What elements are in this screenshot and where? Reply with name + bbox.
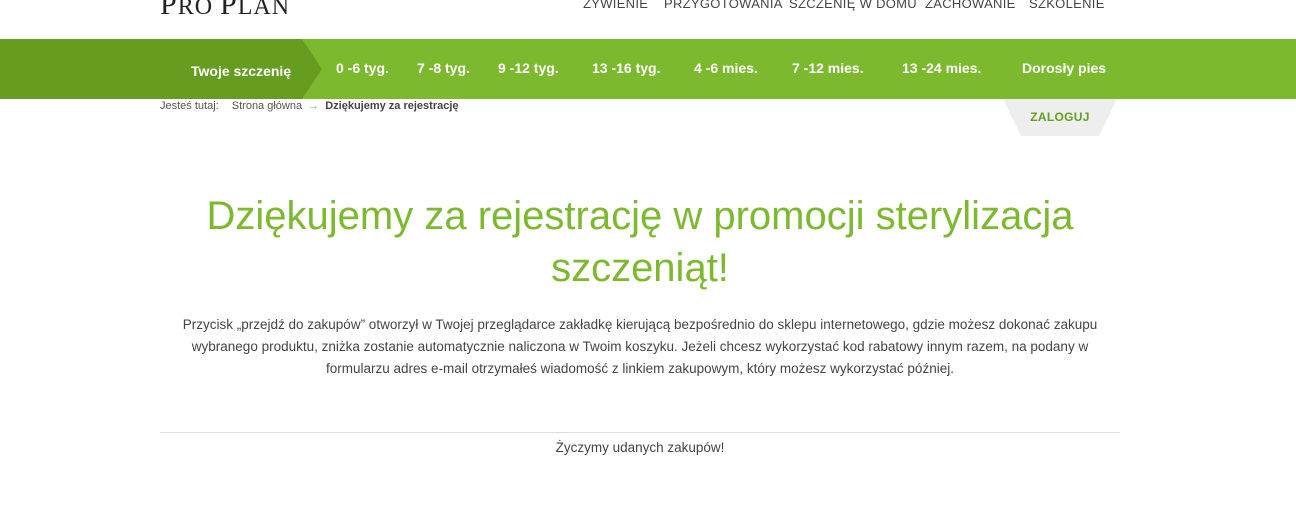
age-tab-9-12-weeks[interactable]: 9 -12 tyg. — [498, 60, 559, 76]
age-tab-active[interactable]: Twoje szczenię — [0, 39, 322, 99]
info-paragraph: Przycisk „przejdź do zakupów” otworzył w… — [182, 317, 1098, 376]
age-navigation-bar: Twoje szczenię 0 -6 tyg. 7 -8 tyg. 9 -12… — [0, 39, 1296, 99]
logo-letters: RO — [177, 0, 221, 20]
age-tab-7-8-weeks[interactable]: 7 -8 tyg. — [417, 60, 470, 76]
breadcrumb-arrow-icon: → — [308, 100, 320, 112]
nav-item-zachowanie[interactable]: ZACHOWANIE — [925, 0, 1016, 11]
breadcrumb-home-link[interactable]: Strona główna — [232, 100, 302, 112]
breadcrumb: Jesteś tutaj: Strona główna → Dziękujemy… — [160, 100, 459, 112]
age-tab-4-6-months[interactable]: 4 -6 mies. — [694, 60, 758, 76]
logo-letter: P — [220, 0, 238, 21]
logo-letter: P — [160, 0, 178, 21]
breadcrumb-current: Dziękujemy za rejestrację — [325, 100, 459, 112]
age-tab-active-label: Twoje szczenię — [191, 63, 292, 79]
age-tab-13-16-weeks[interactable]: 13 -16 tyg. — [592, 60, 660, 76]
age-tab-13-24-months[interactable]: 13 -24 mies. — [902, 60, 981, 76]
nav-item-zywienie[interactable]: ŻYWIENIE — [583, 0, 648, 11]
closing-message: Życzymy udanych zakupów! — [555, 440, 725, 455]
nav-item-szkolenie[interactable]: SZKOLENIE — [1029, 0, 1105, 11]
login-button[interactable]: ZALOGUJ — [1003, 99, 1117, 136]
age-tab-adult-dog[interactable]: Dorosły pies — [1022, 60, 1106, 76]
age-tab-7-12-months[interactable]: 7 -12 mies. — [792, 60, 864, 76]
page-title: Dziękujemy za rejestrację w promocji ste… — [206, 194, 1074, 290]
logo-letters: LAN — [237, 0, 291, 20]
nav-item-przygotowania[interactable]: PRZYGOTOWANIA — [664, 0, 783, 11]
nav-item-szczenie-w-domu[interactable]: SZCZENIĘ W DOMU — [789, 0, 917, 11]
divider — [160, 432, 1120, 433]
logo[interactable]: PRO PLAN — [160, 0, 290, 20]
age-tab-0-6-weeks[interactable]: 0 -6 tyg. — [336, 60, 389, 76]
login-button-label: ZALOGUJ — [1030, 110, 1090, 124]
breadcrumb-label: Jesteś tutaj: — [160, 100, 219, 112]
